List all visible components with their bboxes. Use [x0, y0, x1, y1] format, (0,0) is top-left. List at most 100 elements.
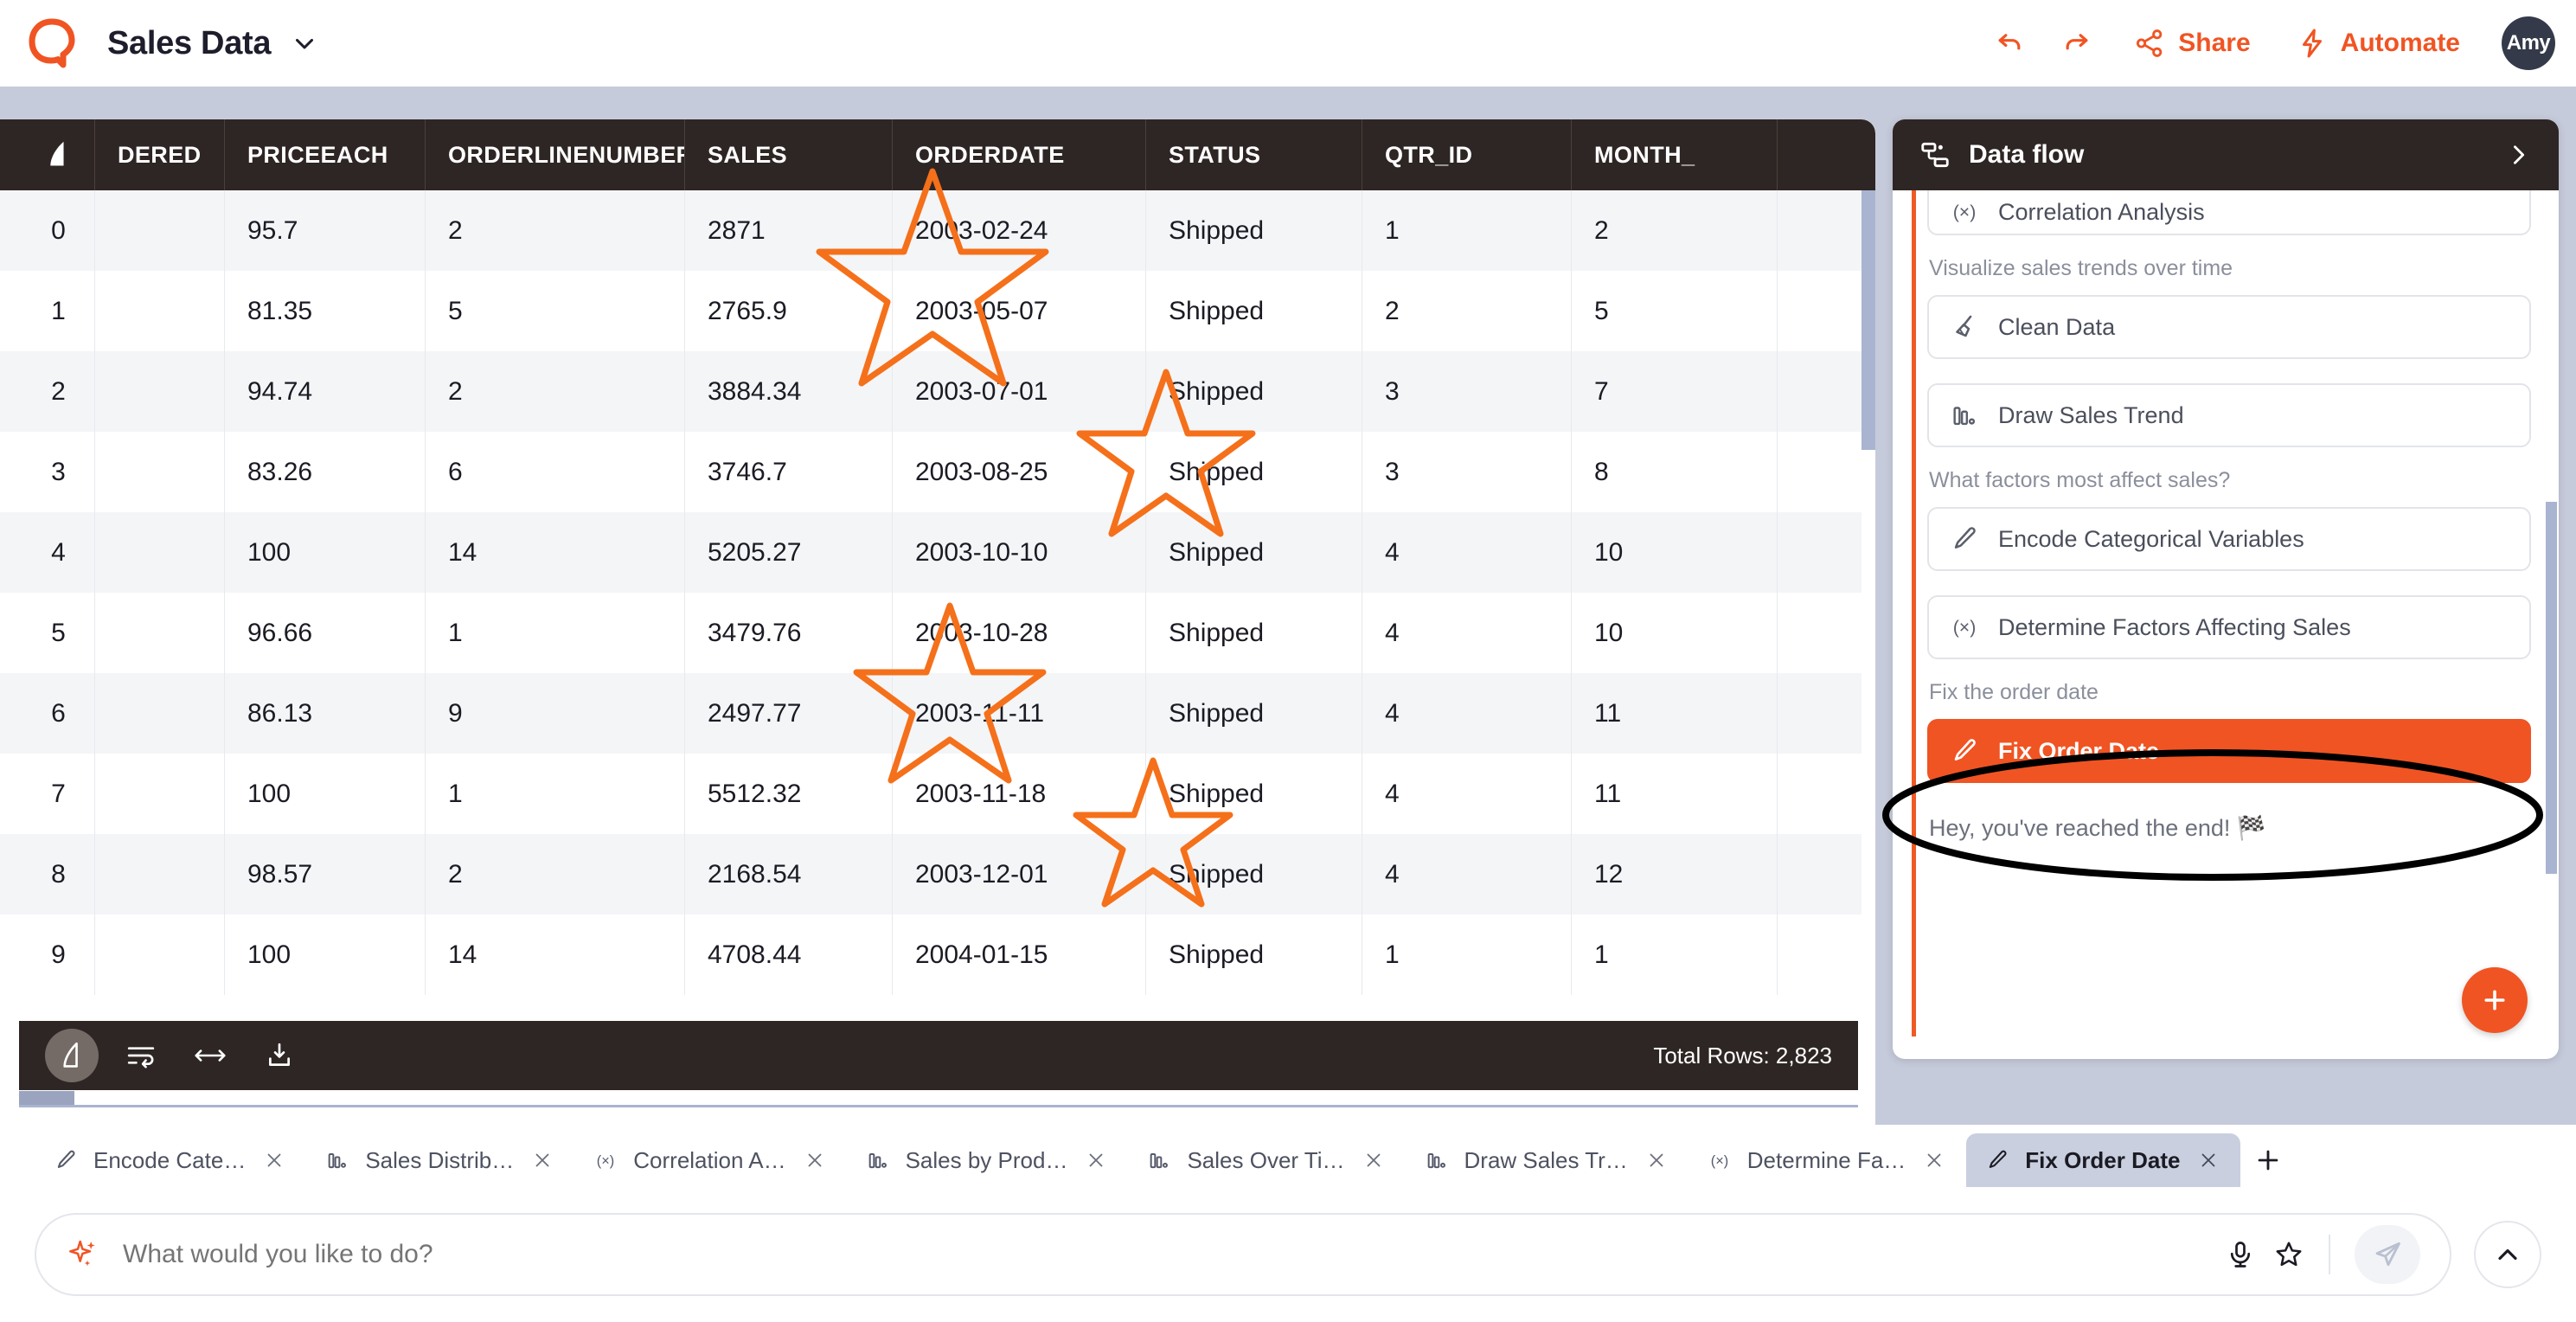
- close-icon[interactable]: [802, 1147, 828, 1173]
- table-row[interactable]: 2 94.74 2 3884.34 2003-07-01 Shipped 3 7: [0, 351, 1875, 432]
- share-nodes-icon: [2133, 27, 2166, 60]
- flow-step-encode-categorical-variables[interactable]: Encode Categorical Variables: [1927, 507, 2531, 571]
- tab-determine-factors[interactable]: (×) Determine Fa…: [1688, 1133, 1967, 1187]
- sparkle-icon: [66, 1237, 100, 1272]
- redo-button[interactable]: [2043, 13, 2111, 74]
- close-icon[interactable]: [1083, 1147, 1109, 1173]
- app-logo[interactable]: [21, 12, 83, 74]
- new-tab-button[interactable]: [2240, 1133, 2296, 1187]
- send-paper-plane-icon: [2371, 1238, 2404, 1271]
- bar-chart-icon: [1147, 1148, 1171, 1172]
- cell-orderdate: 2003-11-11: [893, 673, 1146, 754]
- cell-sales: 5205.27: [685, 512, 893, 593]
- chat-input-container[interactable]: [35, 1213, 2451, 1296]
- send-button[interactable]: [2355, 1225, 2420, 1284]
- tab-correlation-analysis[interactable]: (×) Correlation A…: [574, 1133, 846, 1187]
- cell-status: Shipped: [1146, 432, 1362, 512]
- automate-button[interactable]: Automate: [2273, 13, 2483, 74]
- favorite-button[interactable]: [2265, 1230, 2313, 1279]
- quill-q-logo-icon: [25, 16, 79, 70]
- undo-button[interactable]: [1976, 13, 2043, 74]
- sail-view-button[interactable]: [45, 1029, 99, 1082]
- cell-qtr-id: 4: [1362, 673, 1572, 754]
- table-header-cell[interactable]: QTR_ID: [1362, 119, 1572, 190]
- title-dropdown-caret[interactable]: [290, 29, 319, 58]
- add-flow-step-button[interactable]: [2462, 967, 2528, 1033]
- close-icon[interactable]: [2195, 1147, 2221, 1173]
- table-header-cell[interactable]: DERED: [95, 119, 225, 190]
- tab-fix-order-date[interactable]: Fix Order Date: [1966, 1133, 2240, 1187]
- table-row[interactable]: 3 83.26 6 3746.7 2003-08-25 Shipped 3 8: [0, 432, 1875, 512]
- tab-sales-over-time[interactable]: Sales Over Ti…: [1128, 1133, 1405, 1187]
- table-row[interactable]: 0 95.7 2 2871 2003-02-24 Shipped 1 2: [0, 190, 1875, 271]
- flow-step-fix-order-date[interactable]: Fix Order Date: [1927, 719, 2531, 783]
- flow-group-label: What factors most affect sales?: [1929, 468, 2531, 493]
- table-header-cell[interactable]: SALES: [685, 119, 893, 190]
- table-row[interactable]: 8 98.57 2 2168.54 2003-12-01 Shipped 4 1…: [0, 834, 1875, 914]
- cell-priceeach: 100: [225, 512, 426, 593]
- top-bar: Sales Data Share: [0, 0, 2576, 87]
- sail-triangle-icon: [57, 1040, 87, 1071]
- cell-status: Shipped: [1146, 512, 1362, 593]
- flow-step-determine-factors-affecting-sales[interactable]: (×) Determine Factors Affecting Sales: [1927, 595, 2531, 659]
- flow-step-label: Determine Factors Affecting Sales: [1998, 614, 2351, 641]
- table-horizontal-scrollbar-track[interactable]: [19, 1095, 1858, 1107]
- cell-orderlinenumber: 2: [426, 351, 685, 432]
- table-row[interactable]: 4 100 14 5205.27 2003-10-10 Shipped 4 10: [0, 512, 1875, 593]
- cell-status: Shipped: [1146, 673, 1362, 754]
- table-horizontal-scrollbar-thumb[interactable]: [19, 1091, 74, 1105]
- cell-orderdate: 2003-08-25: [893, 432, 1146, 512]
- tab-encode-categorical[interactable]: Encode Cate…: [35, 1133, 306, 1187]
- microphone-button[interactable]: [2216, 1230, 2265, 1279]
- table-row[interactable]: 5 96.66 1 3479.76 2003-10-28 Shipped 4 1…: [0, 593, 1875, 673]
- cell-month-id: 7: [1572, 351, 1778, 432]
- table-row[interactable]: 7 100 1 5512.32 2003-11-18 Shipped 4 11: [0, 754, 1875, 834]
- cell-orderlinenumber: 14: [426, 914, 685, 995]
- table-vertical-scrollbar-thumb[interactable]: [1862, 190, 1875, 450]
- table-header-cell[interactable]: PRICEEACH: [225, 119, 426, 190]
- download-button[interactable]: [253, 1029, 306, 1082]
- table-header-cell[interactable]: ORDERLINENUMBER: [426, 119, 685, 190]
- cell-month-id: 10: [1572, 593, 1778, 673]
- horizontal-resize-icon: [194, 1043, 227, 1069]
- close-icon[interactable]: [1921, 1147, 1947, 1173]
- table-row[interactable]: 9 100 14 4708.44 2004-01-15 Shipped 1 1: [0, 914, 1875, 995]
- cell-status: Shipped: [1146, 351, 1362, 432]
- pencil-icon: [1985, 1148, 2009, 1172]
- close-icon[interactable]: [261, 1147, 287, 1173]
- table-row[interactable]: 6 86.13 9 2497.77 2003-11-11 Shipped 4 1…: [0, 673, 1875, 754]
- table-header-select-cell[interactable]: [0, 119, 95, 190]
- user-avatar[interactable]: Amy: [2502, 16, 2555, 70]
- flow-step-draw-sales-trend[interactable]: Draw Sales Trend: [1927, 383, 2531, 447]
- cell-status: Shipped: [1146, 834, 1362, 914]
- flow-step-label: Clean Data: [1998, 314, 2115, 341]
- cell-orderlinenumber: 9: [426, 673, 685, 754]
- cell-status: Shipped: [1146, 593, 1362, 673]
- resize-columns-button[interactable]: [183, 1029, 237, 1082]
- workspace: DERED PRICEEACH ORDERLINENUMBER SALES OR…: [0, 87, 2576, 1125]
- share-button[interactable]: Share: [2111, 13, 2272, 74]
- chat-input[interactable]: [123, 1240, 2216, 1269]
- table-header-cell[interactable]: ORDERDATE: [893, 119, 1146, 190]
- tab-draw-sales-trend[interactable]: Draw Sales Tr…: [1406, 1133, 1688, 1187]
- download-icon: [265, 1041, 294, 1070]
- tab-label: Sales by Prod…: [906, 1147, 1068, 1174]
- cell-dered: [95, 673, 225, 754]
- close-icon[interactable]: [1361, 1147, 1387, 1173]
- tab-sales-by-product[interactable]: Sales by Prod…: [847, 1133, 1129, 1187]
- flow-group-label: Visualize sales trends over time: [1929, 256, 2531, 281]
- table-header-cell[interactable]: MONTH_: [1572, 119, 1778, 190]
- collapse-chat-button[interactable]: [2474, 1221, 2541, 1288]
- cell-sales: 5512.32: [685, 754, 893, 834]
- close-icon[interactable]: [1644, 1147, 1669, 1173]
- close-icon[interactable]: [529, 1147, 555, 1173]
- tab-sales-distribution[interactable]: Sales Distrib…: [306, 1133, 574, 1187]
- table-row[interactable]: 1 81.35 5 2765.9 2003-05-07 Shipped 2 5: [0, 271, 1875, 351]
- wrap-text-button[interactable]: [114, 1029, 168, 1082]
- collapse-data-flow-button[interactable]: [2503, 140, 2533, 170]
- data-flow-scrollbar-thumb[interactable]: [2546, 502, 2557, 874]
- flow-step-clean-data[interactable]: Clean Data: [1927, 295, 2531, 359]
- table-header-cell[interactable]: STATUS: [1146, 119, 1362, 190]
- cell-qtr-id: 1: [1362, 914, 1572, 995]
- flow-step-correlation-analysis[interactable]: (×) Correlation Analysis: [1927, 190, 2531, 235]
